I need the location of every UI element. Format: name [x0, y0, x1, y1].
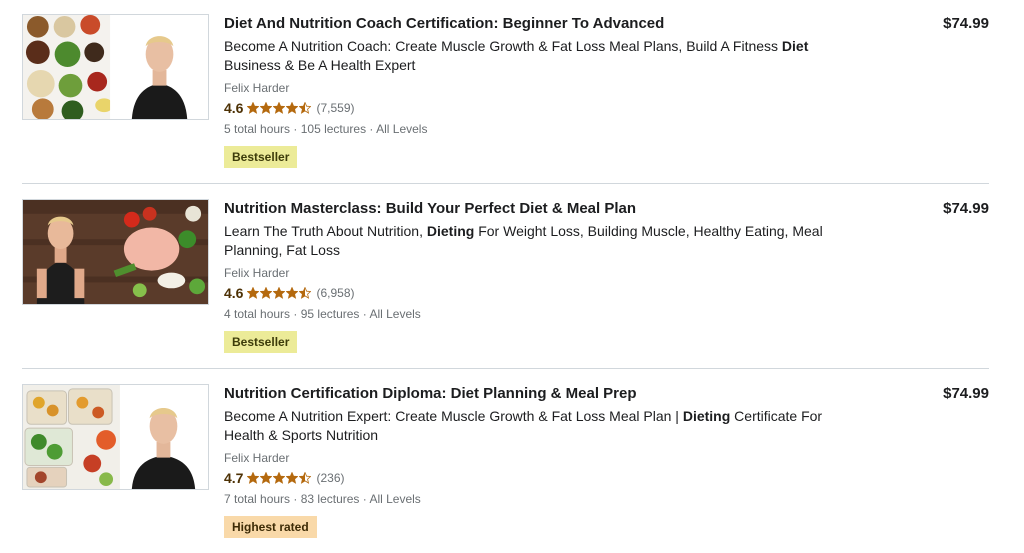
total-hours: 7 total hours [224, 492, 291, 506]
star-full-icon [286, 102, 299, 114]
star-full-icon [273, 472, 286, 484]
instructor-name: Felix Harder [224, 266, 290, 280]
rating-row: 4.6 (7,559) [224, 99, 824, 117]
bestseller-badge: Bestseller [224, 331, 298, 353]
course-headline: Learn The Truth About Nutrition, Dieting… [224, 223, 823, 258]
star-full-icon [260, 102, 273, 114]
star-full-icon [247, 287, 260, 299]
star-rating [247, 472, 312, 484]
course-level: All Levels [369, 307, 421, 321]
star-half-icon [299, 102, 312, 114]
star-full-icon [247, 472, 260, 484]
course-info: Nutrition Masterclass: Build Your Perfec… [224, 199, 824, 353]
course-level: All Levels [376, 122, 428, 136]
course-meta: 4 total hours · 95 lectures · All Levels [224, 307, 421, 321]
divider [22, 368, 989, 369]
rating-value: 4.6 [224, 285, 244, 301]
star-full-icon [273, 287, 286, 299]
star-half-icon [299, 287, 312, 299]
instructor-name: Felix Harder [224, 451, 290, 465]
star-full-icon [286, 472, 299, 484]
lecture-count: 105 lectures [300, 122, 367, 136]
course-thumbnail[interactable] [22, 199, 209, 305]
star-full-icon [260, 472, 273, 484]
course-title[interactable]: Diet And Nutrition Coach Certification: … [224, 14, 824, 34]
lecture-count: 83 lectures [300, 492, 360, 506]
highest-rated-badge: Highest rated [224, 516, 317, 538]
bestseller-badge: Bestseller [224, 146, 298, 168]
course-meta: 7 total hours · 83 lectures · All Levels [224, 492, 421, 506]
instructor-name: Felix Harder [224, 81, 290, 95]
course-price: $74.99 [943, 200, 989, 217]
course-card[interactable]: Nutrition Masterclass: Build Your Perfec… [22, 199, 989, 368]
review-count: (236) [316, 471, 345, 485]
star-rating [247, 287, 312, 299]
course-thumbnail[interactable] [22, 14, 209, 120]
star-full-icon [247, 102, 260, 114]
course-card[interactable]: Diet And Nutrition Coach Certification: … [22, 14, 989, 183]
course-title[interactable]: Nutrition Masterclass: Build Your Perfec… [224, 199, 824, 219]
divider [22, 183, 989, 184]
course-thumbnail[interactable] [22, 384, 209, 490]
course-meta: 5 total hours · 105 lectures · All Level… [224, 122, 428, 136]
rating-value: 4.6 [224, 100, 244, 116]
course-price: $74.99 [943, 15, 989, 32]
star-rating [247, 102, 312, 114]
review-count: (6,958) [316, 286, 355, 300]
course-headline: Become A Nutrition Coach: Create Muscle … [224, 38, 809, 73]
star-full-icon [260, 287, 273, 299]
course-level: All Levels [369, 492, 421, 506]
star-half-icon [299, 472, 312, 484]
course-price: $74.99 [943, 385, 989, 402]
course-card[interactable]: Nutrition Certification Diploma: Diet Pl… [22, 384, 989, 544]
course-title[interactable]: Nutrition Certification Diploma: Diet Pl… [224, 384, 824, 404]
total-hours: 4 total hours [224, 307, 291, 321]
rating-value: 4.7 [224, 470, 244, 486]
total-hours: 5 total hours [224, 122, 291, 136]
star-full-icon [286, 287, 299, 299]
course-info: Diet And Nutrition Coach Certification: … [224, 14, 824, 168]
rating-row: 4.6 (6,958) [224, 284, 824, 302]
rating-row: 4.7 (236) [224, 469, 824, 487]
lecture-count: 95 lectures [300, 307, 360, 321]
course-headline: Become A Nutrition Expert: Create Muscle… [224, 408, 823, 443]
star-full-icon [273, 102, 286, 114]
course-info: Nutrition Certification Diploma: Diet Pl… [224, 384, 824, 538]
review-count: (7,559) [316, 101, 355, 115]
